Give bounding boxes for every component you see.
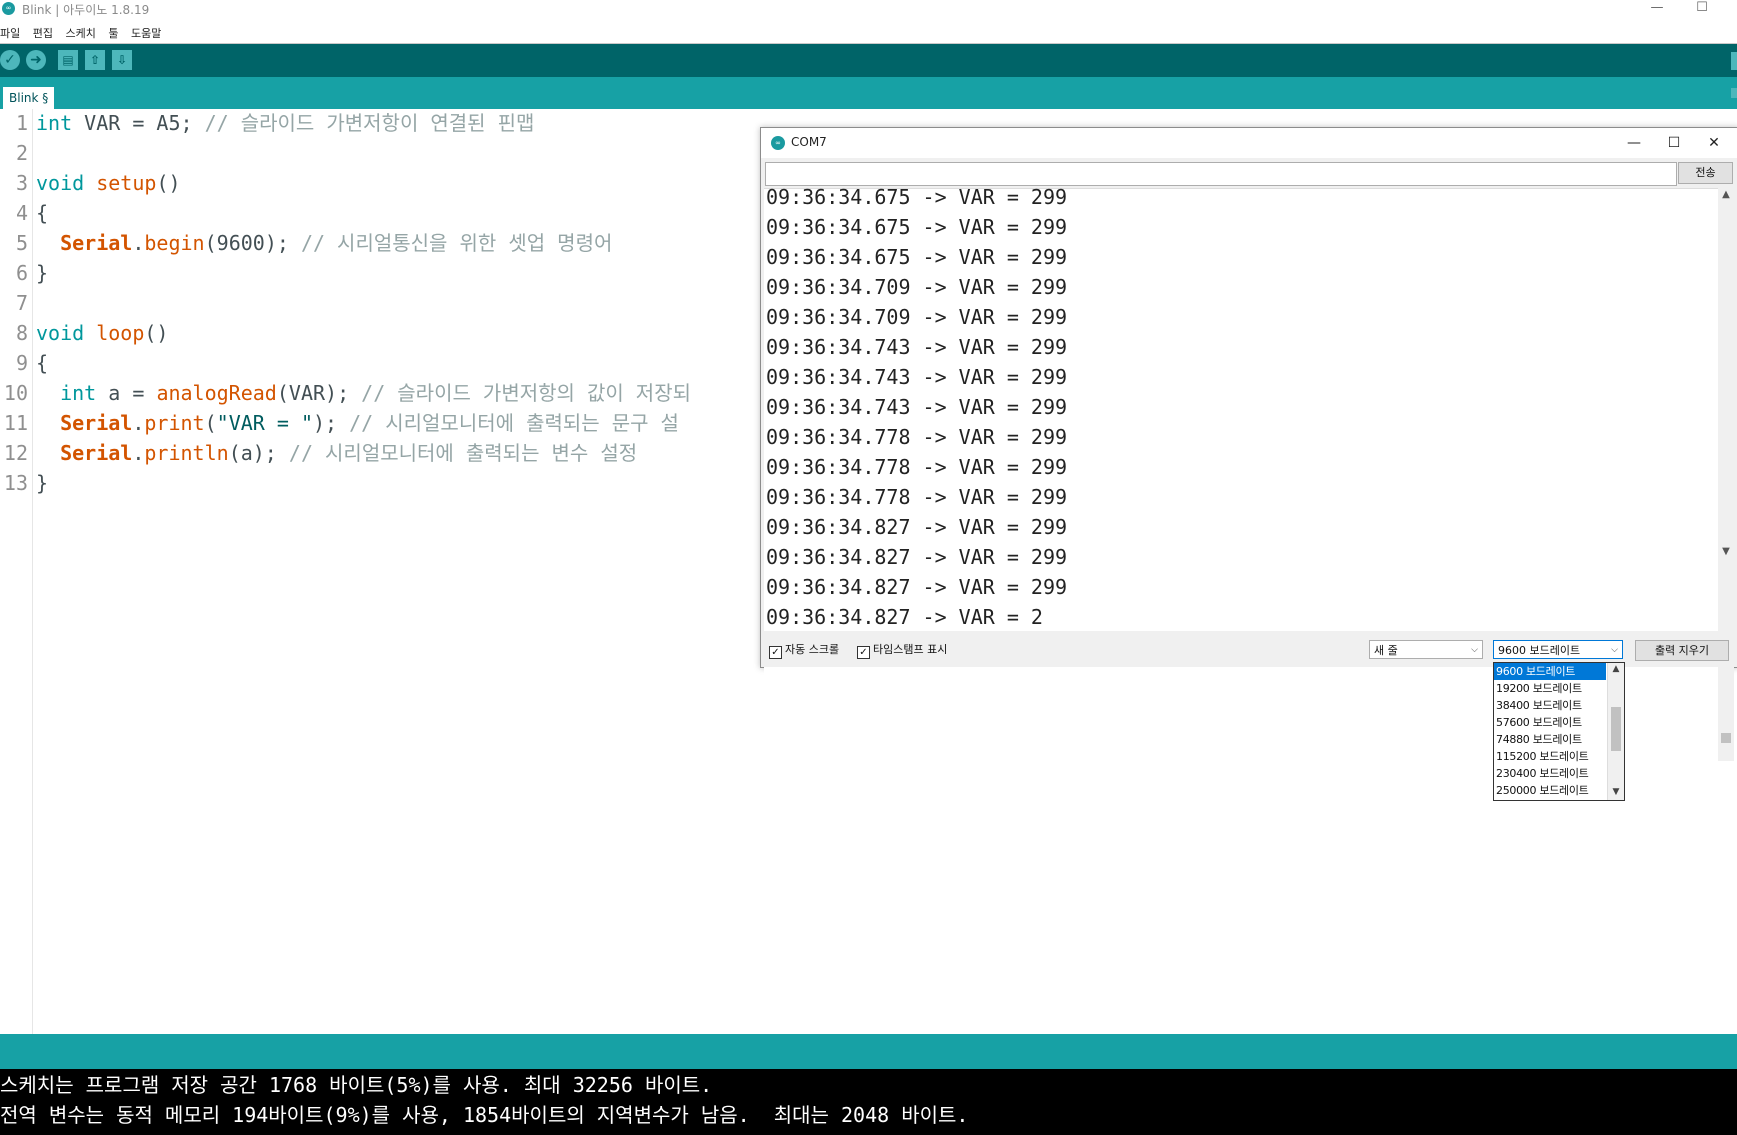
- scrollbar-thumb[interactable]: [1721, 733, 1731, 743]
- serial-monitor-button[interactable]: [1731, 52, 1737, 70]
- line-number: 10: [3, 381, 28, 405]
- menu-sketch[interactable]: 스케치: [66, 27, 96, 40]
- serial-output-scrollbar[interactable]: ▲ ▼: [1718, 188, 1734, 761]
- scroll-down-icon[interactable]: ▼: [1610, 786, 1622, 799]
- serial-output-line: 09:36:34.778 -> VAR = 299: [766, 425, 1068, 449]
- autoscroll-checkbox[interactable]: ✓ 자동 스크롤: [769, 643, 839, 659]
- line-number: 3: [15, 171, 28, 195]
- window-titlebar: ∞ Blink | 아두이노 1.8.19 — ☐: [0, 0, 1737, 17]
- line-ending-select[interactable]: 새 줄 ⌵: [1369, 640, 1483, 659]
- serial-output-line: 09:36:34.743 -> VAR = 299: [766, 365, 1068, 389]
- new-sketch-button[interactable]: ▤: [58, 50, 78, 70]
- serial-monitor-title: COM7: [791, 135, 827, 149]
- window-title: Blink | 아두이노 1.8.19: [22, 3, 150, 17]
- line-number: 13: [3, 471, 28, 495]
- upload-button[interactable]: ➜: [26, 50, 46, 70]
- serial-output-line: 09:36:34.675 -> VAR = 299: [766, 185, 1068, 209]
- serial-output-line: 09:36:34.743 -> VAR = 299: [766, 395, 1068, 419]
- serial-output-line: 09:36:34.778 -> VAR = 299: [766, 455, 1068, 479]
- baud-option[interactable]: 19200 보드레이트: [1494, 680, 1606, 697]
- tab-blink[interactable]: Blink §: [3, 87, 55, 109]
- console-line-2: 전역 변수는 동적 메모리 194바이트(9%)를 사용, 1854바이트의 지…: [0, 1103, 969, 1127]
- console-line-1: 스케치는 프로그램 저장 공간 1768 바이트(5%)를 사용. 최대 322…: [0, 1073, 713, 1097]
- line-number: 6: [15, 261, 28, 285]
- line-number: 12: [3, 441, 28, 465]
- scroll-up-icon[interactable]: ▲: [1720, 188, 1732, 202]
- clear-output-button[interactable]: 출력 지우기: [1635, 640, 1729, 661]
- baud-option[interactable]: 74880 보드레이트: [1494, 731, 1606, 748]
- chevron-down-icon: ⌵: [1471, 645, 1478, 655]
- arduino-logo-icon: ∞: [2, 2, 15, 15]
- menu-bar: 파일 편집 스케치 툴 도움말: [0, 25, 170, 43]
- minimize-button[interactable]: —: [1647, 0, 1667, 17]
- toolbar: ✓ ➜ ▤ ⇧ ⇩: [0, 44, 1737, 77]
- line-number: 5: [15, 231, 28, 255]
- serial-maximize-button[interactable]: ☐: [1659, 131, 1689, 155]
- menu-help[interactable]: 도움말: [131, 27, 161, 40]
- menu-edit[interactable]: 편집: [33, 27, 53, 40]
- serial-output-line: 09:36:34.743 -> VAR = 299: [766, 335, 1068, 359]
- line-number: 7: [15, 291, 28, 315]
- tab-bar: Blink §: [0, 77, 1737, 109]
- serial-monitor-window: ∞ COM7 — ☐ ✕ 전송 09:36:34.675 -> VAR = 29…: [760, 127, 1737, 762]
- serial-output-line: 09:36:34.709 -> VAR = 299: [766, 305, 1068, 329]
- serial-output-line: 09:36:34.827 -> VAR = 299: [766, 575, 1068, 599]
- line-number: 9: [15, 351, 28, 375]
- line-number: 8: [15, 321, 28, 345]
- baud-option[interactable]: 230400 보드레이트: [1494, 765, 1606, 782]
- checkbox-checked-icon: ✓: [857, 646, 870, 659]
- serial-monitor-titlebar: ∞ COM7 — ☐ ✕: [761, 128, 1737, 158]
- baud-rate-dropdown-list: 9600 보드레이트 19200 보드레이트 38400 보드레이트 57600 보드…: [1493, 662, 1625, 801]
- scrollbar-thumb[interactable]: [1611, 707, 1621, 751]
- line-number: 4: [15, 201, 28, 225]
- verify-button[interactable]: ✓: [0, 50, 20, 70]
- serial-output-line: 09:36:34.709 -> VAR = 299: [766, 275, 1068, 299]
- output-console: 스케치는 프로그램 저장 공간 1768 바이트(5%)를 사용. 최대 322…: [0, 1069, 1737, 1135]
- baud-option[interactable]: 250000 보드레이트: [1494, 782, 1606, 799]
- open-sketch-button[interactable]: ⇧: [85, 50, 105, 70]
- baud-option[interactable]: 38400 보드레이트: [1494, 697, 1606, 714]
- chevron-down-icon: ⌵: [1611, 645, 1618, 655]
- arduino-logo-icon: ∞: [771, 136, 785, 150]
- serial-output-line: 09:36:34.675 -> VAR = 299: [766, 215, 1068, 239]
- serial-output-line: 09:36:34.675 -> VAR = 299: [766, 245, 1068, 269]
- scroll-down-icon[interactable]: ▼: [1720, 545, 1732, 559]
- menu-tools[interactable]: 툴: [108, 27, 118, 40]
- line-number: 11: [3, 411, 28, 435]
- line-number: 2: [15, 141, 28, 165]
- send-button[interactable]: 전송: [1678, 162, 1733, 184]
- serial-output-line: 09:36:34.827 -> VAR = 299: [766, 515, 1068, 539]
- baud-list-scrollbar[interactable]: ▲ ▼: [1607, 663, 1624, 800]
- menu-file[interactable]: 파일: [0, 27, 20, 40]
- serial-output-line: 09:36:34.778 -> VAR = 299: [766, 485, 1068, 509]
- baud-option[interactable]: 115200 보드레이트: [1494, 748, 1606, 765]
- timestamp-checkbox[interactable]: ✓ 타임스탬프 표시: [857, 643, 947, 659]
- serial-minimize-button[interactable]: —: [1619, 131, 1649, 155]
- line-number: 1: [15, 111, 28, 135]
- status-bar: [0, 1034, 1737, 1069]
- checkbox-checked-icon: ✓: [769, 646, 782, 659]
- save-sketch-button[interactable]: ⇩: [112, 50, 132, 70]
- serial-close-button[interactable]: ✕: [1699, 131, 1729, 155]
- tab-menu-button[interactable]: [1731, 88, 1737, 98]
- baud-option[interactable]: 57600 보드레이트: [1494, 714, 1606, 731]
- maximize-button[interactable]: ☐: [1692, 0, 1712, 17]
- serial-output-line: 09:36:34.827 -> VAR = 299: [766, 545, 1068, 569]
- scroll-up-icon[interactable]: ▲: [1610, 663, 1622, 676]
- baud-option[interactable]: 9600 보드레이트: [1494, 663, 1606, 680]
- serial-output-line: 09:36:34.827 -> VAR = 2: [766, 605, 1043, 629]
- baud-rate-select[interactable]: 9600 보드레이트 ⌵: [1493, 640, 1623, 659]
